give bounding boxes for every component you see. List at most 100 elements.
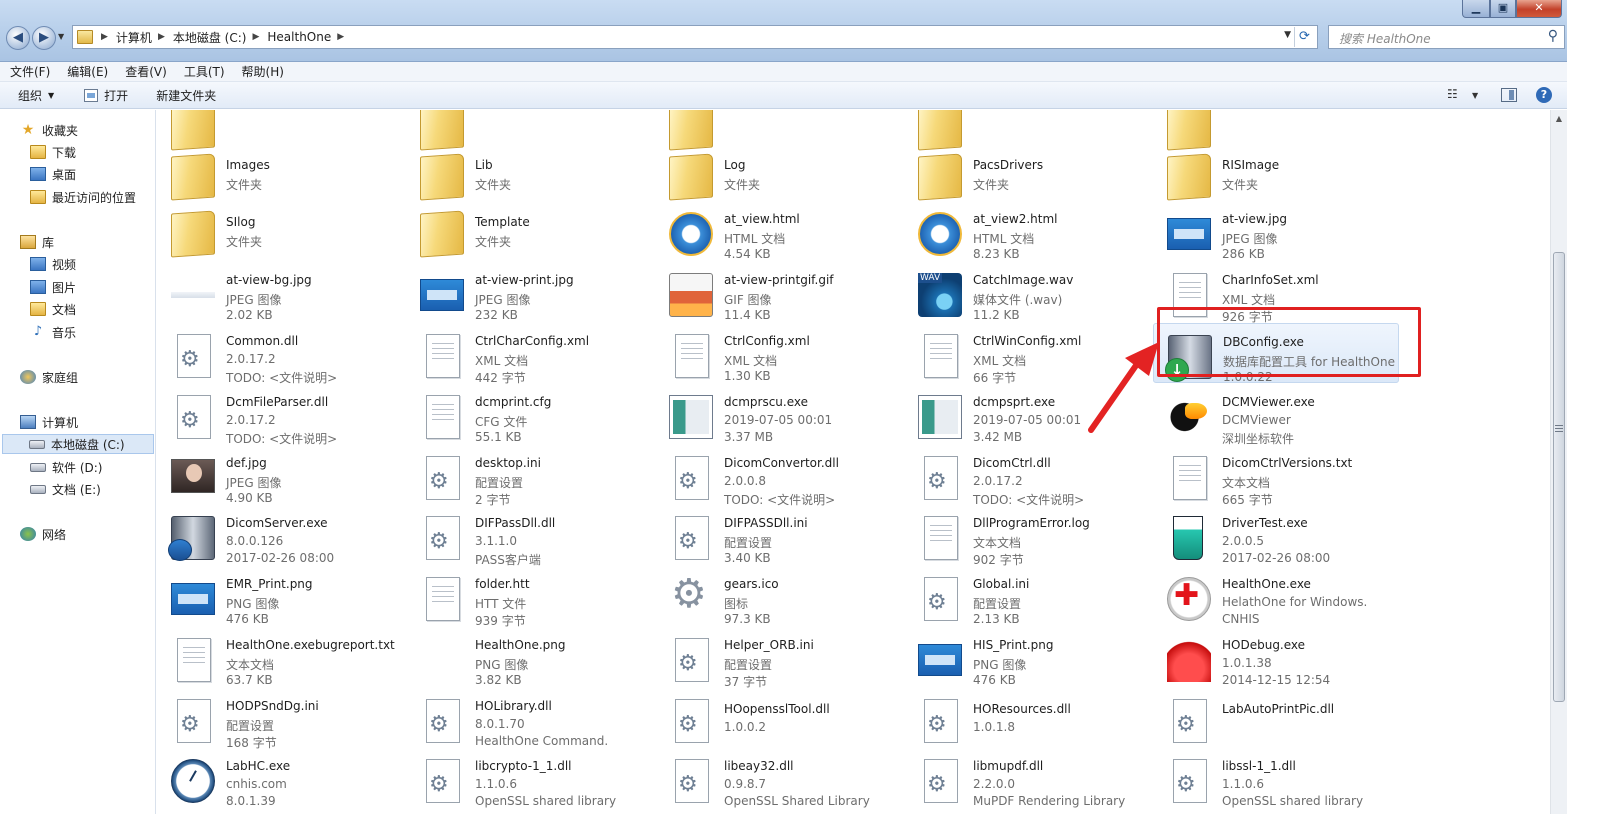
- sidebar-item-recent[interactable]: 最近访问的位置: [30, 187, 136, 207]
- file-item[interactable]: DIFPassDll.dll3.1.1.0PASS客户端: [406, 505, 652, 567]
- breadcrumb-separator[interactable]: ▶: [158, 32, 165, 42]
- back-button[interactable]: ◀: [6, 26, 30, 50]
- file-item[interactable]: libssl-1_1.dll 1.1.0.6 OpenSSL shared libr…: [1153, 748, 1399, 808]
- breadcrumb-computer[interactable]: 计算机: [116, 29, 152, 46]
- file-item[interactable]: DicomCtrlVersions.txt 文本文档 665 字节: [1153, 445, 1399, 507]
- close-button[interactable]: ✕: [1516, 0, 1562, 18]
- file-item[interactable]: Helper_ORB.ini配置设置37 字节: [655, 627, 901, 689]
- sidebar-item-pictures[interactable]: 图片: [30, 277, 76, 297]
- file-item[interactable]: desktop.ini配置设置2 字节: [406, 445, 652, 507]
- file-item[interactable]: RISImage 文件夹: [1153, 144, 1399, 204]
- new-folder-button[interactable]: 新建文件夹: [156, 87, 216, 104]
- organize-button[interactable]: 组织 ▼: [18, 87, 54, 104]
- file-item[interactable]: at_view2.html HTML 文档 8.23 KB: [904, 201, 1150, 261]
- breadcrumb-separator[interactable]: ▶: [337, 32, 344, 42]
- view-options-dropdown-icon[interactable]: ▼: [1472, 91, 1478, 107]
- file-item[interactable]: DcmFileParser.dll2.0.17.2TODO: <文件说明>: [157, 384, 403, 446]
- sidebar-item-computer[interactable]: 计算机: [20, 412, 78, 432]
- menu-edit[interactable]: 编辑(E): [67, 63, 108, 80]
- file-item[interactable]: Global.ini 配置设置2.13 KB: [904, 566, 1150, 626]
- file-item[interactable]: LabAutoPrintPic.dll: [1153, 688, 1399, 748]
- sidebar-item-drive-d[interactable]: 软件 (D:): [30, 457, 102, 477]
- sidebar-item-videos[interactable]: 视频: [30, 254, 76, 274]
- sidebar-item-downloads[interactable]: 下载: [30, 142, 76, 162]
- recent-pages-dropdown[interactable]: ▼: [58, 32, 68, 42]
- file-item[interactable]: Lib 文件夹: [406, 144, 652, 204]
- file-item[interactable]: Common.dll2.0.17.2TODO: <文件说明>: [157, 323, 403, 385]
- sidebar-item-drive-c[interactable]: 本地磁盘 (C:): [2, 434, 154, 454]
- file-item[interactable]: gears.ico 图标97.3 KB: [655, 566, 901, 626]
- file-item[interactable]: HealthOne.exe HelathOne for Windows. CNHIS: [1153, 566, 1399, 626]
- file-item[interactable]: dcmpsprt.exe 2019-07-05 00:01 3.42 MB: [904, 384, 1150, 444]
- file-item[interactable]: CtrlConfig.xml XML 文档 1.30 KB: [655, 323, 901, 383]
- sidebar-item-network[interactable]: 网络: [20, 524, 66, 544]
- file-item[interactable]: libmupdf.dll 2.2.0.0 MuPDF Rendering Libra…: [904, 748, 1150, 808]
- address-dropdown-icon[interactable]: ▼: [1284, 30, 1291, 40]
- menu-tools[interactable]: 工具(T): [184, 63, 225, 80]
- sidebar-item-homegroup[interactable]: 家庭组: [20, 367, 78, 387]
- change-view-icon[interactable]: ☷: [1447, 87, 1463, 103]
- file-item[interactable]: Log 文件夹: [655, 144, 901, 204]
- file-item[interactable]: libcrypto-1_1.dll 1.1.0.6 OpenSSL shared l…: [406, 748, 652, 808]
- minimize-button[interactable]: ▁: [1462, 0, 1490, 18]
- file-item[interactable]: DBConfig.exe 数据库配置工具 for HealthOne1.0.0.2…: [1153, 323, 1399, 384]
- scroll-up-icon[interactable]: ▲: [1551, 110, 1567, 127]
- file-item[interactable]: at-view-printgif.gif GIF 图像 11.4 KB: [655, 262, 901, 322]
- file-item[interactable]: def.jpg JPEG 图像 4.90 KB: [157, 445, 403, 505]
- scrollbar-thumb[interactable]: [1553, 252, 1565, 702]
- help-icon[interactable]: ?: [1536, 87, 1552, 103]
- menu-file[interactable]: 文件(F): [10, 63, 50, 80]
- file-item[interactable]: at-view-bg.jpg JPEG 图像 2.02 KB: [157, 262, 403, 322]
- open-button[interactable]: 打开: [84, 87, 128, 104]
- file-item[interactable]: HealthOne.exebugreport.txt 文本文档 63.7 KB: [157, 627, 403, 687]
- sidebar-item-drive-e[interactable]: 文档 (E:): [30, 479, 101, 499]
- file-item[interactable]: DIFPASSDll.ini 配置设置3.40 KB: [655, 505, 901, 565]
- file-item[interactable]: Template 文件夹: [406, 201, 652, 261]
- file-item[interactable]: HOLibrary.dll 8.0.1.70 HealthOne Command.: [406, 688, 652, 748]
- search-icon[interactable]: ⚲: [1548, 28, 1558, 44]
- file-item[interactable]: Images 文件夹: [157, 144, 403, 204]
- file-item[interactable]: PacsDrivers 文件夹: [904, 144, 1150, 204]
- breadcrumb-healthone[interactable]: HealthOne: [267, 30, 331, 44]
- file-item[interactable]: CatchImage.wav 媒体文件 (.wav)11.2 KB: [904, 262, 1150, 322]
- file-item[interactable]: DicomServer.exe 8.0.0.126 2017-02-26 08:00: [157, 505, 403, 565]
- file-item[interactable]: dcmprscu.exe 2019-07-05 00:01 3.37 MB: [655, 384, 901, 444]
- file-item[interactable]: CharInfoSet.xml XML 文档 926 字节: [1153, 262, 1399, 324]
- file-item[interactable]: HOopensslTool.dll 1.0.0.2: [655, 688, 901, 748]
- sidebar-item-music[interactable]: ♪ 音乐: [30, 322, 76, 342]
- breadcrumb-separator[interactable]: ▶: [252, 32, 259, 42]
- file-item[interactable]: dcmprint.cfg CFG 文件 55.1 KB: [406, 384, 652, 444]
- file-item[interactable]: at_view.html HTML 文档 4.54 KB: [655, 201, 901, 261]
- file-item[interactable]: HealthOne.png PNG 图像 3.82 KB: [406, 627, 652, 687]
- file-item[interactable]: HODebug.exe 1.0.1.38 2014-12-15 12:54: [1153, 627, 1399, 687]
- preview-pane-icon[interactable]: [1501, 88, 1517, 102]
- breadcrumb-separator[interactable]: ▶: [101, 32, 108, 42]
- file-item[interactable]: at-view.jpg JPEG 图像 286 KB: [1153, 201, 1399, 261]
- file-item[interactable]: DCMViewer.exe DCMViewer 深圳坐标软件: [1153, 384, 1399, 446]
- file-item[interactable]: at-view-print.jpg JPEG 图像 232 KB: [406, 262, 652, 322]
- file-item[interactable]: EMR_Print.png PNG 图像 476 KB: [157, 566, 403, 626]
- search-input[interactable]: 搜索 HealthOne ⚲: [1328, 25, 1565, 49]
- file-item[interactable]: SIlog 文件夹: [157, 201, 403, 261]
- refresh-icon[interactable]: ⟳: [1294, 27, 1314, 47]
- file-item[interactable]: LabHC.exe cnhis.com 8.0.1.39: [157, 748, 403, 808]
- vertical-scrollbar[interactable]: ▲: [1550, 110, 1567, 814]
- sidebar-item-libraries[interactable]: 库: [20, 232, 54, 252]
- maximize-button[interactable]: ▣: [1490, 0, 1516, 18]
- file-item[interactable]: DriverTest.exe 2.0.0.5 2017-02-26 08:00: [1153, 505, 1399, 565]
- file-item[interactable]: HIS_Print.png PNG 图像 476 KB: [904, 627, 1150, 687]
- file-item[interactable]: libeay32.dll 0.9.8.7 OpenSSL Shared Librar…: [655, 748, 901, 808]
- file-item[interactable]: HODPSndDg.ini配置设置168 字节: [157, 688, 403, 750]
- file-item[interactable]: folder.htt HTT 文件 939 字节: [406, 566, 652, 628]
- sidebar-item-documents[interactable]: 文档: [30, 299, 76, 319]
- address-bar[interactable]: ▶ 计算机 ▶ 本地磁盘 (C:) ▶ HealthOne ▶ ▼ ⟳: [72, 25, 1318, 49]
- menu-view[interactable]: 查看(V): [125, 63, 167, 80]
- file-item[interactable]: DicomConvertor.dll2.0.0.8TODO: <文件说明>: [655, 445, 901, 507]
- sidebar-item-favorites[interactable]: ★ 收藏夹: [20, 120, 78, 140]
- file-item[interactable]: DllProgramError.log 文本文档 902 字节: [904, 505, 1150, 567]
- sidebar-item-desktop[interactable]: 桌面: [30, 164, 76, 184]
- file-item[interactable]: DicomCtrl.dll2.0.17.2TODO: <文件说明>: [904, 445, 1150, 507]
- menu-help[interactable]: 帮助(H): [242, 63, 284, 80]
- file-item[interactable]: HOResources.dll 1.0.1.8: [904, 688, 1150, 748]
- file-item[interactable]: CtrlCharConfig.xml XML 文档 442 字节: [406, 323, 652, 385]
